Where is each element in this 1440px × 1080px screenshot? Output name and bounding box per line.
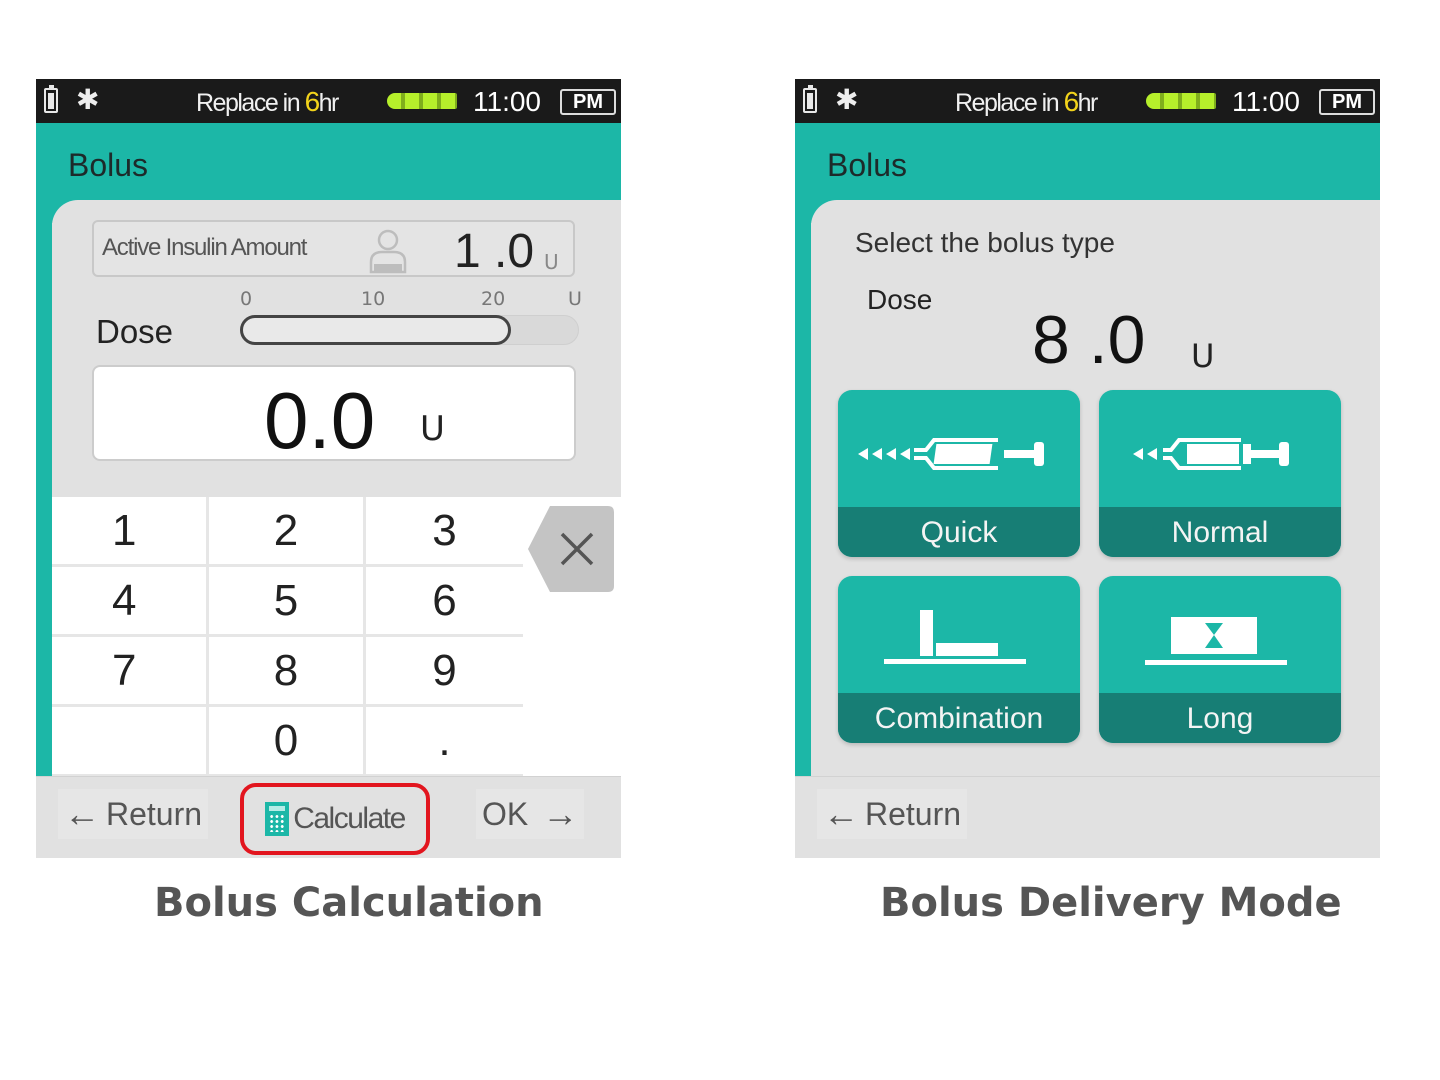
arrow-left-icon: ← xyxy=(64,793,100,834)
return-label: Return xyxy=(106,795,203,832)
bolus-delivery-mode-screen: ✱ Replace in 6hr 11:00 PM Bolus Select t… xyxy=(795,79,1380,858)
keypad-key-0[interactable]: 0 xyxy=(209,707,366,777)
calculator-icon xyxy=(265,802,290,836)
clock-time: 11:00 xyxy=(1232,86,1300,117)
keypad-key-8[interactable]: 8 xyxy=(209,637,366,707)
dose-unit: U xyxy=(420,409,445,449)
keypad-key-3[interactable]: 3 xyxy=(366,497,523,567)
replace-suffix: hr xyxy=(318,89,340,117)
syringe-fast-icon xyxy=(858,438,1044,470)
active-insulin-label: Active Insulin Amount xyxy=(102,234,307,261)
person-icon xyxy=(369,229,407,274)
backspace-button[interactable] xyxy=(528,506,614,592)
calculate-button[interactable]: Calculate xyxy=(240,783,430,855)
bolus-calculation-screen: ✱ Replace in 6hr 11:00 PM Bolus Active I… xyxy=(36,79,621,858)
keypad-key-1[interactable]: 1 xyxy=(52,497,209,567)
dose-value: 8 .0 xyxy=(1032,302,1146,378)
keypad-key-5[interactable]: 5 xyxy=(209,567,366,637)
mode-quick-button[interactable]: Quick xyxy=(838,390,1080,557)
active-insulin-unit: U xyxy=(544,250,559,274)
dose-limit-bar xyxy=(240,315,511,345)
replace-hours: 6 xyxy=(1063,86,1080,117)
bluetooth-icon: ✱ xyxy=(835,83,859,116)
battery-icon xyxy=(803,85,817,113)
page-title: Bolus xyxy=(827,147,908,183)
clock-ampm: PM xyxy=(1319,89,1375,115)
keypad-key-6[interactable]: 6 xyxy=(366,567,523,637)
mode-normal-button[interactable]: Normal xyxy=(1099,390,1341,557)
replace-prefix: Replace in xyxy=(955,89,1064,117)
ok-button[interactable]: OK → xyxy=(476,789,585,839)
replace-prefix: Replace in xyxy=(196,89,305,117)
mode-label: Combination xyxy=(838,693,1080,743)
scale-tick: 0 xyxy=(240,288,253,310)
dose-label: Dose xyxy=(867,284,933,315)
replace-reminder: Replace in 6hr xyxy=(196,86,340,118)
keypad-key-decimal[interactable]: . xyxy=(366,707,523,777)
status-bar: ✱ Replace in 6hr 11:00 PM xyxy=(36,79,621,123)
return-label: Return xyxy=(865,795,962,832)
bottom-bar: ← Return xyxy=(795,776,1380,858)
dose-label: Dose xyxy=(96,313,174,350)
replace-reminder: Replace in 6hr xyxy=(955,86,1099,118)
combination-icon xyxy=(884,610,1026,664)
ok-label: OK xyxy=(482,795,529,832)
return-button[interactable]: ← Return xyxy=(817,789,968,839)
dose-input[interactable]: 0.0 U xyxy=(92,365,576,465)
page-title: Bolus xyxy=(68,147,149,183)
side-accent xyxy=(36,199,52,776)
hourglass-icon xyxy=(1145,617,1287,665)
keypad-blank xyxy=(52,707,209,777)
battery-icon xyxy=(44,85,58,113)
reservoir-level-icon xyxy=(387,93,457,109)
active-insulin-value: 1 .0 xyxy=(454,225,535,278)
mode-combination-button[interactable]: Combination xyxy=(838,576,1080,743)
reservoir-level-icon xyxy=(1146,93,1216,109)
scale-tick: 20 xyxy=(481,288,506,310)
bottom-bar: ← Return Calculate OK → xyxy=(36,776,621,858)
return-button[interactable]: ← Return xyxy=(58,789,209,839)
caption-bolus-delivery-mode: Bolus Delivery Mode xyxy=(880,880,1342,926)
caption-bolus-calculation: Bolus Calculation xyxy=(154,880,544,926)
syringe-icon xyxy=(1133,438,1289,470)
mode-label: Normal xyxy=(1099,507,1341,557)
mode-long-button[interactable]: Long xyxy=(1099,576,1341,743)
arrow-right-icon: → xyxy=(542,793,579,834)
clock-time: 11:00 xyxy=(473,86,541,117)
keypad-key-7[interactable]: 7 xyxy=(52,637,209,707)
status-bar: ✱ Replace in 6hr 11:00 PM xyxy=(795,79,1380,123)
replace-suffix: hr xyxy=(1077,89,1099,117)
scale-tick: U xyxy=(568,288,582,310)
keypad-key-9[interactable]: 9 xyxy=(366,637,523,707)
keypad-key-2[interactable]: 2 xyxy=(209,497,366,567)
keypad-key-4[interactable]: 4 xyxy=(52,567,209,637)
mode-label: Long xyxy=(1099,693,1341,743)
replace-hours: 6 xyxy=(304,86,321,117)
active-insulin-box: Active Insulin Amount 1 .0 U xyxy=(92,220,575,278)
dose-unit: U xyxy=(1191,337,1215,375)
bluetooth-icon: ✱ xyxy=(76,83,100,116)
arrow-left-icon: ← xyxy=(823,793,859,834)
scale-tick: 10 xyxy=(361,288,386,310)
dose-value: 0.0 xyxy=(264,376,376,465)
numeric-keypad: 123 456 7890. xyxy=(52,497,524,777)
clock-ampm: PM xyxy=(560,89,616,115)
select-type-heading: Select the bolus type xyxy=(855,227,1115,258)
side-accent xyxy=(795,199,811,776)
calculate-label: Calculate xyxy=(293,802,406,835)
mode-label: Quick xyxy=(838,507,1080,557)
